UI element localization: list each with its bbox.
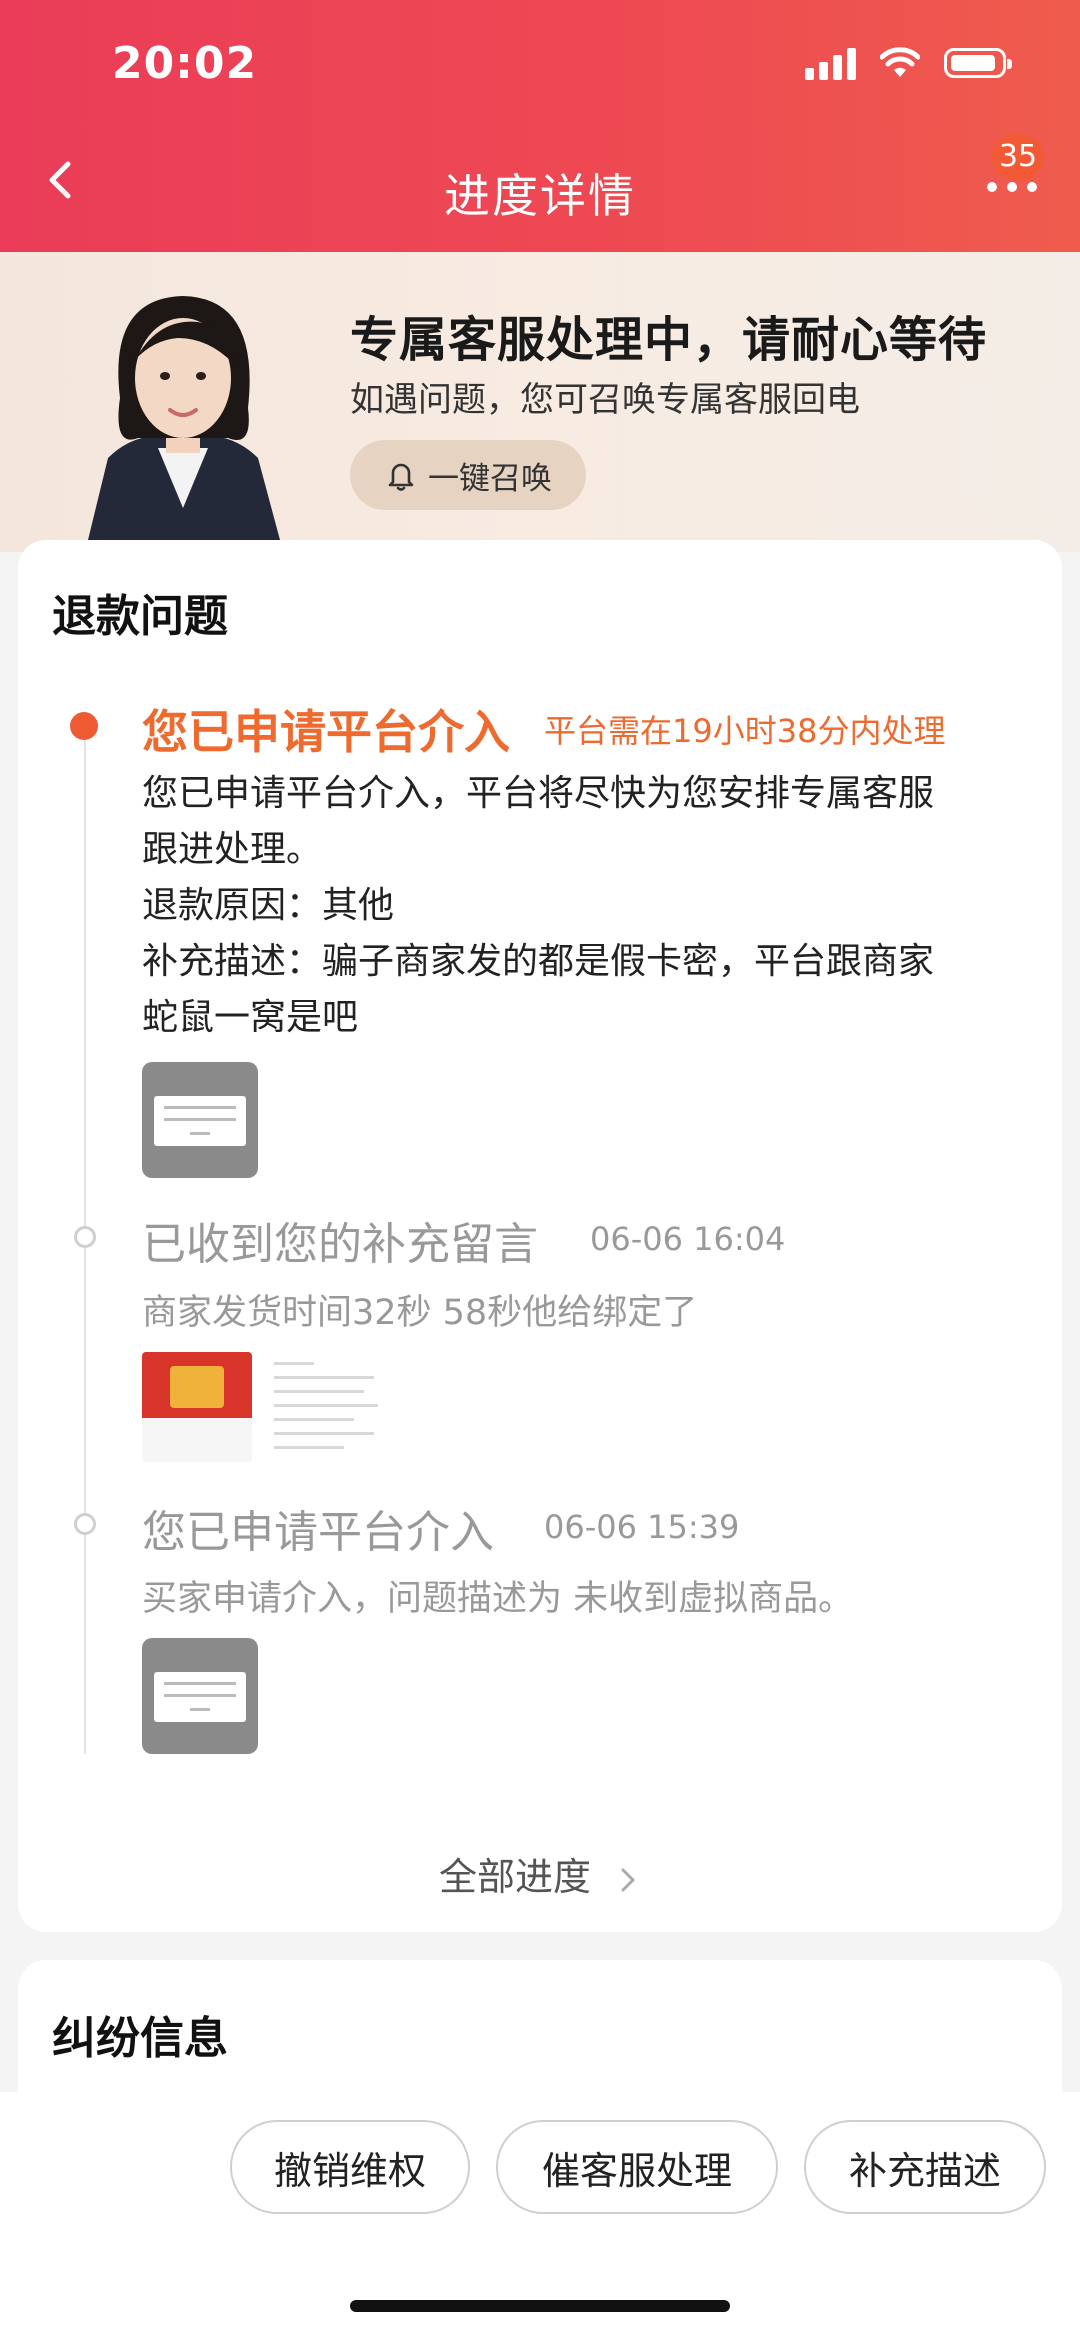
timeline-dot bbox=[74, 1226, 96, 1248]
event-time: 06-06 15:39 bbox=[544, 1508, 740, 1546]
event-body-line: 蛇鼠一窝是吧 bbox=[142, 997, 359, 1038]
event-body-line: 退款原因：其他 bbox=[142, 885, 395, 926]
signal-icon bbox=[805, 46, 856, 80]
notification-badge: 35 bbox=[992, 134, 1044, 180]
evidence-thumbnail[interactable] bbox=[142, 1062, 258, 1178]
home-indicator[interactable] bbox=[350, 2300, 730, 2312]
wifi-icon bbox=[880, 47, 920, 77]
event-title: 您已申请平台介入 bbox=[142, 1507, 494, 1558]
event-description: 商家发货时间32秒 58秒他给绑定了 bbox=[142, 1293, 698, 1333]
add-description-button[interactable]: 补充描述 bbox=[804, 2120, 1046, 2214]
event-body-line: 跟进处理。 bbox=[142, 829, 323, 870]
all-progress-label: 全部进度 bbox=[438, 1855, 591, 1899]
evidence-thumbnail[interactable] bbox=[142, 1352, 252, 1462]
event-title: 您已申请平台介入 bbox=[142, 705, 510, 759]
dispute-section-title: 纠纷信息 bbox=[52, 2013, 228, 2064]
cancel-claim-button[interactable]: 撤销维权 bbox=[230, 2120, 470, 2214]
timeline-dot-active bbox=[70, 712, 98, 740]
battery-icon bbox=[944, 48, 1012, 78]
refund-section-title: 退款问题 bbox=[52, 591, 228, 642]
event-body-line: 补充描述：骗子商家发的都是假卡密，平台跟商家 bbox=[142, 941, 935, 982]
urge-service-button[interactable]: 催客服处理 bbox=[496, 2120, 778, 2214]
agent-status-subtitle: 如遇问题，您可召唤专属客服回电 bbox=[350, 380, 860, 420]
status-icons bbox=[805, 46, 1012, 80]
bell-icon bbox=[388, 463, 414, 491]
one-tap-call-button[interactable]: 一键召唤 bbox=[350, 440, 586, 510]
event-description: 买家申请介入，问题描述为 未收到虚拟商品。 bbox=[142, 1579, 854, 1619]
agent-status-title: 专属客服处理中，请耐心等待 bbox=[350, 312, 988, 368]
event-body-line: 您已申请平台介入，平台将尽快为您安排专属客服 bbox=[142, 773, 935, 814]
event-time: 06-06 16:04 bbox=[590, 1220, 786, 1258]
all-progress-link[interactable]: 全部进度 bbox=[0, 1846, 1080, 1901]
call-button-label: 一键召唤 bbox=[428, 460, 552, 497]
agent-avatar bbox=[88, 296, 280, 540]
event-deadline: 平台需在19小时38分内处理 bbox=[544, 712, 946, 750]
evidence-thumbnail[interactable] bbox=[142, 1638, 258, 1754]
event-title: 已收到您的补充留言 bbox=[142, 1219, 538, 1270]
evidence-thumbnail[interactable] bbox=[268, 1352, 388, 1462]
timeline-dot bbox=[74, 1513, 96, 1535]
status-time: 20:02 bbox=[112, 38, 258, 89]
page-title: 进度详情 bbox=[444, 169, 636, 223]
chevron-right-icon bbox=[621, 1868, 635, 1891]
